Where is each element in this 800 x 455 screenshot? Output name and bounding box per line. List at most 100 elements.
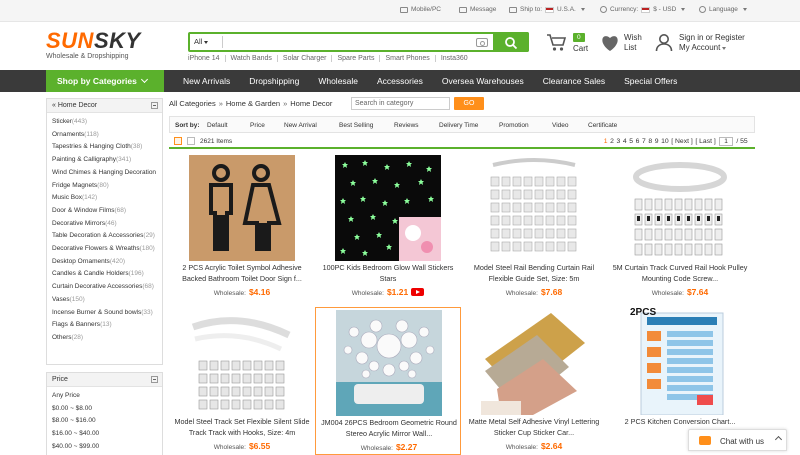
signin-link[interactable]: Sign in or Register (679, 33, 745, 43)
site-logo[interactable]: SUNSKY Wholesale & Dropshipping (46, 30, 141, 61)
product-card[interactable]: JM004 26PCS Bedroom Geometric Round Ster… (315, 307, 461, 455)
cart-button[interactable]: 0 Cart (546, 33, 592, 55)
category-item[interactable]: Music Box(142) (52, 192, 162, 205)
product-title[interactable]: 5M Curtain Track Curved Rail Hook Pulley… (611, 263, 749, 284)
video-icon[interactable] (411, 288, 425, 296)
price-range-item[interactable]: Any Price (52, 390, 162, 403)
sort-default[interactable]: Default (207, 122, 228, 129)
camera-search-icon[interactable] (476, 38, 488, 47)
sort-price[interactable]: Price (250, 122, 265, 129)
grid-view-icon[interactable] (174, 137, 182, 145)
nav-wholesale[interactable]: Wholesale (318, 76, 358, 86)
price-range-item[interactable]: $40.00 ~ $99.00 (52, 441, 162, 454)
my-account-link[interactable]: My Account (679, 43, 745, 53)
breadcrumb-home-decor[interactable]: Home Decor (290, 99, 332, 108)
category-item[interactable]: Curtain Decorative Accessories(68) (52, 281, 162, 294)
category-item[interactable]: Door & Window Films(68) (52, 205, 162, 218)
category-item[interactable]: Decorative Flowers & Wreaths(180) (52, 243, 162, 256)
category-item[interactable]: Flags & Banners(13) (52, 319, 162, 332)
chat-widget[interactable]: Chat with us (688, 429, 787, 451)
shop-by-categories-button[interactable]: Shop by Categories (46, 70, 164, 92)
collapse-icon[interactable] (151, 102, 158, 109)
nav-clearance-sales[interactable]: Clearance Sales (543, 76, 605, 86)
sort-video[interactable]: Video (552, 122, 569, 129)
language-selector[interactable]: Language (699, 6, 747, 13)
search-button[interactable] (493, 32, 529, 52)
sort-reviews[interactable]: Reviews (394, 122, 419, 129)
product-image[interactable] (481, 155, 587, 261)
sort-promotion[interactable]: Promotion (499, 122, 529, 129)
category-item[interactable]: Candles & Candle Holders(196) (52, 268, 162, 281)
sort-certificate[interactable]: Certificate (588, 122, 617, 129)
parent-category-link[interactable]: « Home Decor (52, 102, 97, 109)
price-range-item[interactable]: $16.00 ~ $40.00 (52, 428, 162, 441)
product-card[interactable]: Model Steel Rail Bending Curtain Rail Fl… (461, 153, 607, 301)
product-title[interactable]: Model Steel Rail Bending Curtain Rail Fl… (465, 263, 603, 284)
sort-new-arrival[interactable]: New Arrival (284, 122, 317, 129)
product-title[interactable]: 2 PCS Acrylic Toilet Symbol Adhesive Bac… (173, 263, 311, 284)
product-card[interactable]: Model Steel Track Set Flexible Silent Sl… (169, 307, 315, 455)
category-item[interactable]: Fridge Magnets(80) (52, 180, 162, 193)
category-item[interactable]: Others(28) (52, 332, 162, 345)
page-link[interactable]: 1 (604, 138, 608, 145)
category-item[interactable]: Wind Chimes & Hanging Decoration (52, 167, 162, 180)
next-page-link[interactable]: [ Next ] (671, 138, 693, 145)
last-page-link[interactable]: [ Last ] (695, 138, 715, 145)
product-title[interactable]: JM004 26PCS Bedroom Geometric Round Ster… (320, 418, 458, 439)
price-range-item[interactable]: $8.00 ~ $16.00 (52, 415, 162, 428)
product-card[interactable]: 100PC Kids Bedroom Glow Wall Stickers St… (315, 153, 461, 301)
page-link[interactable]: 2 (610, 138, 614, 145)
page-link[interactable]: 9 (655, 138, 659, 145)
mobile-pc-link[interactable]: Mobile/PC (400, 6, 441, 13)
collapse-icon[interactable] (151, 376, 158, 383)
page-link[interactable]: 4 (623, 138, 627, 145)
product-image[interactable] (481, 309, 587, 415)
search-category-select[interactable]: All (194, 37, 209, 46)
breadcrumb-home-garden[interactable]: Home & Garden (226, 99, 280, 108)
go-button[interactable]: GO (454, 97, 484, 110)
hotword-link[interactable]: Insta360 (436, 55, 473, 62)
hotword-link[interactable]: Watch Bands (226, 55, 278, 62)
category-item[interactable]: Sticker(443) (52, 116, 162, 129)
product-image[interactable] (627, 155, 733, 261)
page-number-input[interactable]: 1 (719, 137, 734, 146)
category-item[interactable]: Ornaments(118) (52, 129, 162, 142)
page-link[interactable]: 7 (642, 138, 646, 145)
product-image[interactable] (627, 309, 733, 416)
nav-accessories[interactable]: Accessories (377, 76, 423, 86)
search-input[interactable] (226, 35, 456, 49)
page-link[interactable]: 5 (629, 138, 633, 145)
product-image[interactable] (189, 155, 295, 261)
category-item[interactable]: Tapestries & Hanging Cloth(38) (52, 141, 162, 154)
page-link[interactable]: 3 (616, 138, 620, 145)
category-item[interactable]: Table Decoration & Accessories(29) (52, 230, 162, 243)
product-title[interactable]: Model Steel Track Set Flexible Silent Sl… (173, 417, 311, 438)
category-item[interactable]: Painting & Calligraphy(341) (52, 154, 162, 167)
product-card[interactable]: Matte Metal Self Adhesive Vinyl Letterin… (461, 307, 607, 455)
product-card[interactable]: 2 PCS Acrylic Toilet Symbol Adhesive Bac… (169, 153, 315, 301)
breadcrumb-all-categories[interactable]: All Categories (169, 99, 216, 108)
product-image[interactable] (336, 310, 442, 416)
page-link[interactable]: 10 (661, 138, 669, 145)
nav-dropshipping[interactable]: Dropshipping (249, 76, 299, 86)
category-item[interactable]: Decorative Mirrors(46) (52, 218, 162, 231)
product-image[interactable] (189, 309, 295, 415)
hotword-link[interactable]: Smart Phones (380, 55, 436, 62)
sort-best-selling[interactable]: Best Selling (339, 122, 373, 129)
category-item[interactable]: Incense Burner & Sound bowls(33) (52, 307, 162, 320)
nav-oversea-warehouses[interactable]: Oversea Warehouses (442, 76, 524, 86)
product-title[interactable]: 100PC Kids Bedroom Glow Wall Stickers St… (319, 263, 457, 284)
category-item[interactable]: Desktop Ornaments(420) (52, 256, 162, 269)
category-item[interactable]: Vases(150) (52, 294, 162, 307)
currency-selector[interactable]: Currency: $ - USD (600, 6, 686, 13)
search-in-category-input[interactable]: Search in category (351, 97, 450, 110)
list-view-icon[interactable] (187, 137, 195, 145)
nav-new-arrivals[interactable]: New Arrivals (183, 76, 230, 86)
nav-special-offers[interactable]: Special Offers (624, 76, 677, 86)
hotword-link[interactable]: Spare Parts (332, 55, 381, 62)
ship-to-selector[interactable]: Ship to: U.S.A. (509, 6, 585, 13)
product-title[interactable]: Matte Metal Self Adhesive Vinyl Letterin… (465, 417, 603, 438)
price-range-item[interactable]: $0.00 ~ $8.00 (52, 403, 162, 416)
product-image[interactable] (335, 155, 441, 261)
message-link[interactable]: Message (459, 6, 496, 13)
